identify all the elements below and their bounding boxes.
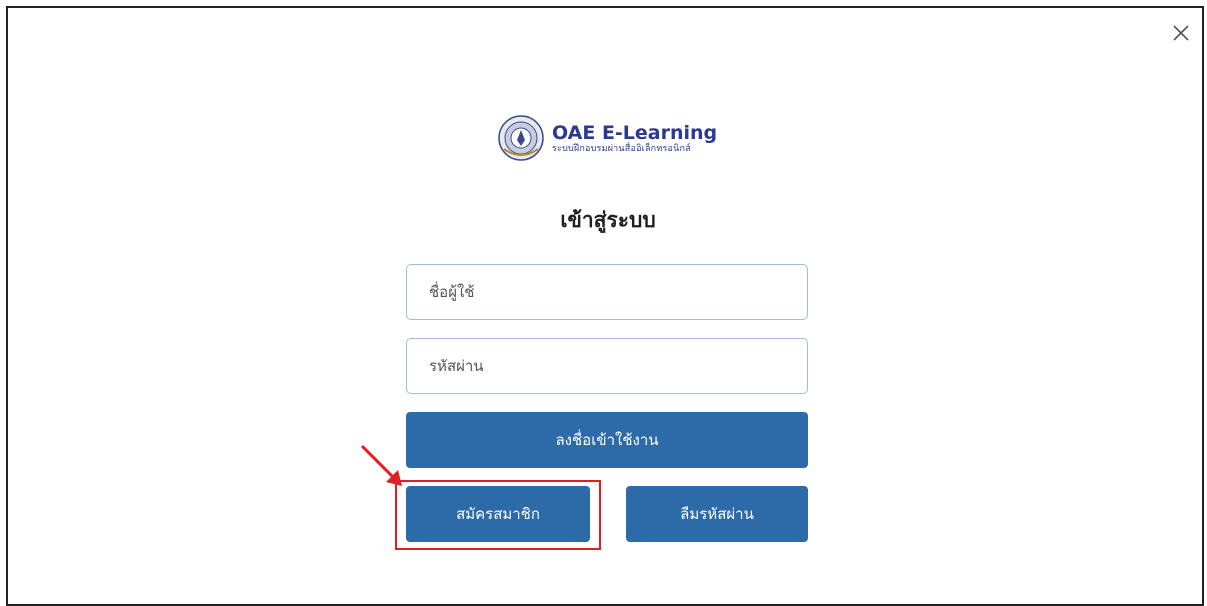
arrow-icon <box>360 444 402 486</box>
annotation-highlight-box <box>395 480 601 550</box>
login-button-label: ลงชื่อเข้าใช้งาน <box>555 431 659 449</box>
brand-title: OAE E-Learning <box>552 121 718 144</box>
brand-subtitle: ระบบฝึกอบรมผ่านสื่ออิเล็กทรอนิกส์ <box>552 143 691 154</box>
brand-text: OAE E-Learning ระบบฝึกอบรมผ่านสื่ออิเล็ก… <box>552 122 717 155</box>
password-field[interactable] <box>406 338 808 394</box>
login-button[interactable]: ลงชื่อเข้าใช้งาน <box>406 412 808 468</box>
forgot-password-button[interactable]: ลืมรหัสผ่าน <box>626 486 808 542</box>
username-input[interactable] <box>427 264 807 320</box>
brand-header: OAE E-Learning ระบบฝึกอบรมผ่านสื่ออิเล็ก… <box>498 108 717 168</box>
close-icon[interactable] <box>1170 22 1192 44</box>
login-dialog: OAE E-Learning ระบบฝึกอบรมผ่านสื่ออิเล็ก… <box>6 6 1204 606</box>
page-title: เข้าสู่ระบบ <box>560 208 656 232</box>
password-input[interactable] <box>427 338 807 394</box>
oae-seal-icon <box>498 115 544 161</box>
username-field[interactable] <box>406 264 808 320</box>
forgot-password-label: ลืมรหัสผ่าน <box>680 505 754 523</box>
